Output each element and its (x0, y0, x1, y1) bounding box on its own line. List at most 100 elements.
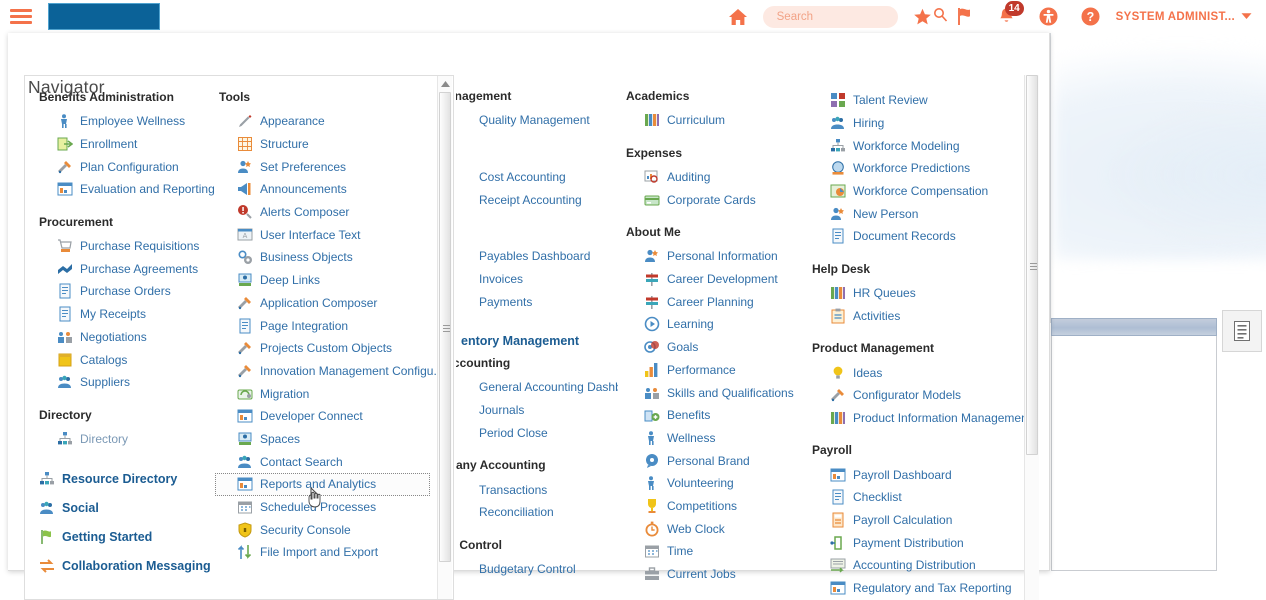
search-input-wrapper[interactable] (763, 6, 898, 28)
nav-item-social[interactable]: Social (35, 493, 215, 522)
nav-item-payables-dashboard[interactable]: Payables Dashboard (456, 245, 618, 268)
nav-item-catalogs[interactable]: Catalogs (35, 348, 215, 371)
navigator-outer-scrollbar[interactable] (1024, 75, 1039, 600)
nav-item-hr-queues[interactable]: HR Queues (808, 282, 1023, 305)
nav-item-projects-custom-objects[interactable]: Projects Custom Objects (215, 337, 430, 360)
nav-item-regulatory-and-tax-reporting[interactable]: Regulatory and Tax Reporting (808, 577, 1023, 600)
nav-item-ideas[interactable]: Ideas (808, 361, 1023, 384)
nav-item-evaluation-and-reporting[interactable]: Evaluation and Reporting (35, 178, 215, 201)
nav-item-learning[interactable]: Learning (622, 313, 808, 336)
nav-item-set-preferences[interactable]: Set Preferences (215, 155, 430, 178)
nav-item-curriculum[interactable]: Curriculum (622, 109, 808, 132)
nav-item-accounting-distribution[interactable]: Accounting Distribution (808, 554, 1023, 577)
nav-item-configurator-models[interactable]: Configurator Models (808, 384, 1023, 407)
nav-item-reconciliation[interactable]: Reconciliation (456, 501, 618, 524)
nav-item-career-development[interactable]: Career Development (622, 268, 808, 291)
nav-item-web-clock[interactable]: Web Clock (622, 517, 808, 540)
nav-item-contact-search[interactable]: Contact Search (215, 450, 430, 473)
nav-item-page-integration[interactable]: Page Integration (215, 314, 430, 337)
nav-item-plan-configuration[interactable]: Plan Configuration (35, 155, 215, 178)
nav-item-current-jobs[interactable]: Current Jobs (622, 563, 808, 586)
nav-item-employee-wellness[interactable]: Employee Wellness (35, 110, 215, 133)
nav-item-product-information-managemen[interactable]: Product Information Managemen... (808, 407, 1023, 430)
nav-item-reports-and-analytics[interactable]: Reports and Analytics (215, 473, 430, 496)
nav-item-user-interface-text[interactable]: AUser Interface Text (215, 223, 430, 246)
nav-item-corporate-cards[interactable]: Corporate Cards (622, 188, 808, 211)
nav-item-benefits[interactable]: Benefits (622, 404, 808, 427)
nav-item-goals[interactable]: Goals (622, 336, 808, 359)
nav-item-receipt-accounting[interactable]: Receipt Accounting (456, 188, 618, 211)
nav-item-workforce-modeling[interactable]: Workforce Modeling (808, 134, 1023, 157)
scrollbar-thumb[interactable] (1026, 75, 1038, 455)
brand-logo[interactable] (48, 3, 160, 30)
hamburger-icon[interactable] (10, 9, 34, 24)
user-menu[interactable]: SYSTEM ADMINIST... (1112, 11, 1258, 23)
nav-item-quality-management[interactable]: Quality Management (456, 109, 618, 132)
nav-item-appearance[interactable]: Appearance (215, 110, 430, 133)
nav-item-career-planning[interactable]: Career Planning (622, 290, 808, 313)
nav-item-performance[interactable]: Performance (622, 359, 808, 382)
nav-item-checklist[interactable]: Checklist (808, 486, 1023, 509)
nav-item-spaces[interactable]: Spaces (215, 428, 430, 451)
document-list-icon[interactable] (1222, 310, 1262, 352)
nav-item-talent-review[interactable]: Talent Review (808, 89, 1023, 112)
nav-item-developer-connect[interactable]: Developer Connect (215, 405, 430, 428)
nav-item-announcements[interactable]: Announcements (215, 178, 430, 201)
nav-item-payroll-calculation[interactable]: Payroll Calculation (808, 509, 1023, 532)
nav-item-personal-brand[interactable]: Personal Brand (622, 449, 808, 472)
nav-item-enrollment[interactable]: Enrollment (35, 133, 215, 156)
nav-item-suppliers[interactable]: Suppliers (35, 371, 215, 394)
nav-item-payment-distribution[interactable]: Payment Distribution (808, 531, 1023, 554)
nav-item-file-import-and-export[interactable]: File Import and Export (215, 541, 430, 564)
nav-item-payroll-dashboard[interactable]: Payroll Dashboard (808, 463, 1023, 486)
nav-item-security-console[interactable]: Security Console (215, 518, 430, 541)
nav-item-auditing[interactable]: Auditing (622, 166, 808, 189)
nav-item-payments[interactable]: Payments (456, 290, 618, 313)
accessibility-icon[interactable] (1028, 0, 1070, 33)
nav-item-journals[interactable]: Journals (456, 399, 618, 422)
flag-icon[interactable] (944, 0, 986, 33)
nav-item-invoices[interactable]: Invoices (456, 268, 618, 291)
nav-item-business-objects[interactable]: Business Objects (215, 246, 430, 269)
nav-item-application-composer[interactable]: Application Composer (215, 292, 430, 315)
nav-item-migration[interactable]: Migration (215, 382, 430, 405)
nav-item-hiring[interactable]: Hiring (808, 112, 1023, 135)
nav-item-workforce-predictions[interactable]: Workforce Predictions (808, 157, 1023, 180)
scroll-up-arrow-icon[interactable] (438, 78, 452, 90)
nav-item-budgetary-control[interactable]: Budgetary Control (456, 558, 618, 581)
nav-item-innovation-management-configu[interactable]: Innovation Management Configu... (215, 360, 430, 383)
nav-item-skills-and-qualifications[interactable]: Skills and Qualifications (622, 381, 808, 404)
nav-item-resource-directory[interactable]: Resource Directory (35, 464, 215, 493)
nav-item-workforce-compensation[interactable]: Workforce Compensation (808, 180, 1023, 203)
help-icon[interactable]: ? (1070, 0, 1112, 33)
nav-item-purchase-requisitions[interactable]: Purchase Requisitions (35, 235, 215, 258)
nav-item-personal-information[interactable]: Personal Information (622, 245, 808, 268)
nav-item-purchase-agreements[interactable]: Purchase Agreements (35, 257, 215, 280)
star-icon[interactable] (902, 0, 944, 33)
nav-item-negotiations[interactable]: Negotiations (35, 326, 215, 349)
nav-item-purchase-orders[interactable]: Purchase Orders (35, 280, 215, 303)
nav-item-entory-management[interactable]: entory Management (456, 327, 618, 356)
home-icon[interactable] (717, 0, 759, 33)
nav-item-directory[interactable]: Directory (35, 428, 215, 451)
navigator-inner-scrollbar[interactable] (437, 76, 452, 599)
nav-item-getting-started[interactable]: Getting Started (35, 522, 215, 551)
bell-icon[interactable]: 14 (986, 0, 1028, 33)
nav-item-competitions[interactable]: Competitions (622, 495, 808, 518)
nav-item-document-records[interactable]: Document Records (808, 225, 1023, 248)
nav-item-cost-accounting[interactable]: Cost Accounting (456, 166, 618, 189)
nav-item-activities[interactable]: Activities (808, 305, 1023, 328)
nav-item-volunteering[interactable]: Volunteering (622, 472, 808, 495)
nav-item-wellness[interactable]: Wellness (622, 427, 808, 450)
nav-item-new-person[interactable]: New Person (808, 202, 1023, 225)
nav-item-collaboration-messaging[interactable]: Collaboration Messaging (35, 551, 215, 580)
nav-item-alerts-composer[interactable]: Alerts Composer (215, 201, 430, 224)
nav-item-general-accounting-dashboard[interactable]: General Accounting Dashboard (456, 376, 618, 399)
nav-item-scheduled-processes[interactable]: Scheduled Processes (215, 496, 430, 519)
nav-item-time[interactable]: Time (622, 540, 808, 563)
scrollbar-thumb[interactable] (439, 92, 451, 562)
nav-item-my-receipts[interactable]: My Receipts (35, 303, 215, 326)
nav-item-deep-links[interactable]: Deep Links (215, 269, 430, 292)
nav-item-transactions[interactable]: Transactions (456, 478, 618, 501)
nav-item-period-close[interactable]: Period Close (456, 422, 618, 445)
